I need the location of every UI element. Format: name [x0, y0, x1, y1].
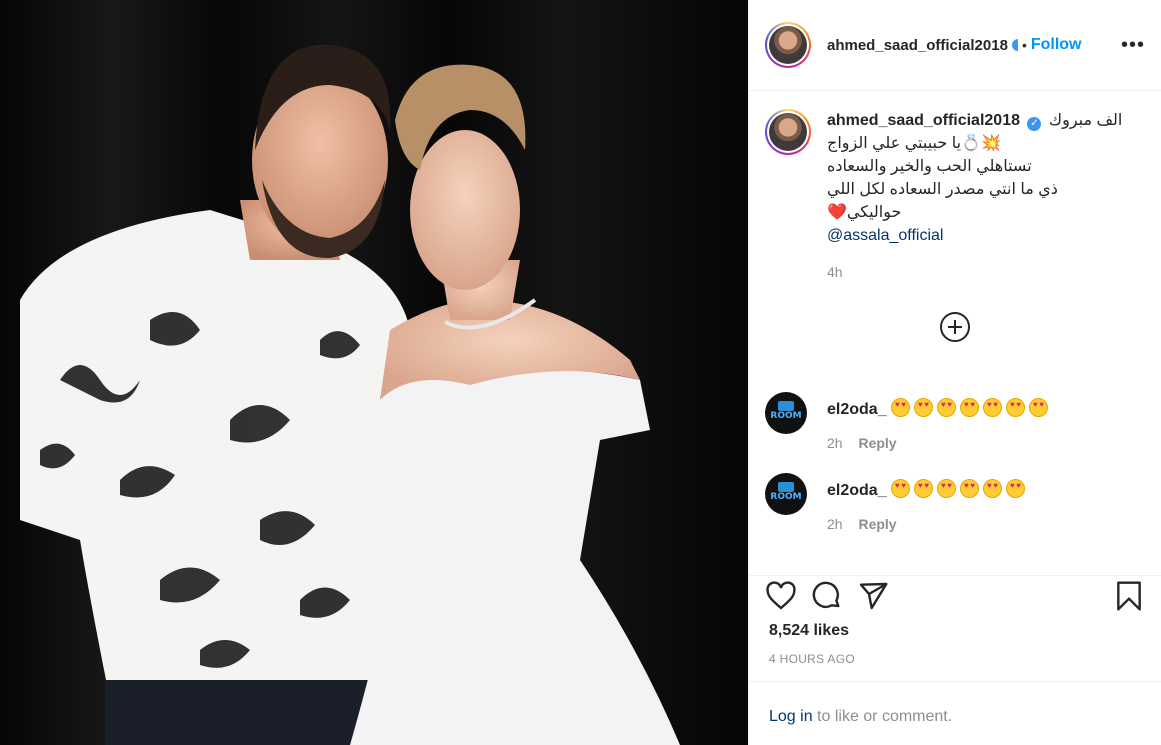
comment-emojis	[891, 479, 1029, 499]
heart-eyes-emoji-icon	[960, 398, 980, 417]
share-icon[interactable]	[857, 580, 889, 612]
instagram-post: ahmed_saad_official2018 • Follow ••• ahm…	[0, 0, 1161, 745]
heart-icon[interactable]	[765, 580, 797, 612]
login-link[interactable]: Log in	[769, 708, 813, 725]
heart-eyes-emoji-icon	[1006, 398, 1026, 417]
comment-emojis	[891, 398, 1052, 418]
load-more	[749, 312, 1161, 342]
separator: •	[1021, 37, 1027, 53]
author-avatar[interactable]	[765, 22, 811, 68]
post-timestamp[interactable]: 4 HOURS AGO	[769, 652, 855, 666]
heart-eyes-emoji-icon	[983, 398, 1003, 417]
commenter-username[interactable]: el2oda_	[827, 401, 887, 418]
heart-eyes-emoji-icon	[983, 479, 1003, 498]
post-sidebar: ahmed_saad_official2018 • Follow ••• ahm…	[748, 0, 1161, 745]
avatar-logo-text: ROOM	[770, 492, 802, 502]
photo-illustration	[0, 0, 748, 745]
more-options-icon[interactable]: •••	[1121, 34, 1145, 57]
verified-icon: ✓	[1027, 117, 1042, 131]
heart-eyes-emoji-icon	[914, 479, 934, 498]
comment-item: ROOM el2oda_ 2h Reply	[749, 392, 1161, 451]
follow-button[interactable]: Follow	[1031, 36, 1082, 54]
caption-line-5: حواليكي❤️	[827, 204, 902, 221]
heart-eyes-emoji-icon	[937, 479, 957, 498]
caption-username[interactable]: ahmed_saad_official2018	[827, 112, 1020, 129]
action-bar	[749, 575, 1161, 615]
heart-eyes-emoji-icon	[891, 398, 911, 417]
post-photo[interactable]	[0, 0, 748, 745]
caption: ahmed_saad_official2018 ✓ الف مبروك 💥💍يا…	[749, 91, 1161, 284]
post-header: ahmed_saad_official2018 • Follow •••	[749, 0, 1161, 91]
caption-line-3: تستاهلي الحب والخير والسعاده	[827, 158, 1032, 175]
comment-item: ROOM el2oda_ 2h Reply	[749, 473, 1161, 532]
login-prompt: Log in to like or comment.	[749, 681, 1161, 745]
login-text: to like or comment.	[812, 708, 953, 725]
heart-eyes-emoji-icon	[1006, 479, 1026, 498]
heart-eyes-emoji-icon	[891, 479, 911, 498]
bookmark-icon[interactable]	[1113, 580, 1145, 612]
mention-link[interactable]: @assala_official	[827, 227, 943, 244]
reply-button[interactable]: Reply	[858, 516, 896, 532]
reply-button[interactable]: Reply	[858, 435, 896, 451]
heart-eyes-emoji-icon	[960, 479, 980, 498]
likes-count[interactable]: 8,524 likes	[769, 622, 849, 640]
caption-avatar[interactable]	[765, 109, 811, 155]
comment-icon[interactable]	[811, 580, 843, 612]
caption-time[interactable]: 4h	[827, 261, 1122, 284]
caption-line-4: ذي ما انتي مصدر السعاده لكل اللي	[827, 181, 1058, 198]
avatar-logo-text: ROOM	[770, 411, 802, 421]
caption-body: ahmed_saad_official2018 ✓ الف مبروك 💥💍يا…	[827, 109, 1122, 284]
commenter-avatar[interactable]: ROOM	[765, 473, 807, 515]
commenter-username[interactable]: el2oda_	[827, 482, 887, 499]
heart-eyes-emoji-icon	[937, 398, 957, 417]
caption-line-2: 💥💍يا حبيبتي علي الزواج	[827, 135, 1001, 152]
caption-line-1: الف مبروك	[1048, 112, 1123, 129]
verified-badge-icon	[1011, 39, 1018, 51]
heart-eyes-emoji-icon	[1029, 398, 1049, 417]
heart-eyes-emoji-icon	[914, 398, 934, 417]
comment-time[interactable]: 2h	[827, 516, 843, 532]
author-username[interactable]: ahmed_saad_official2018	[827, 37, 1008, 54]
comment-time[interactable]: 2h	[827, 435, 843, 451]
load-more-icon[interactable]	[940, 312, 970, 342]
commenter-avatar[interactable]: ROOM	[765, 392, 807, 434]
